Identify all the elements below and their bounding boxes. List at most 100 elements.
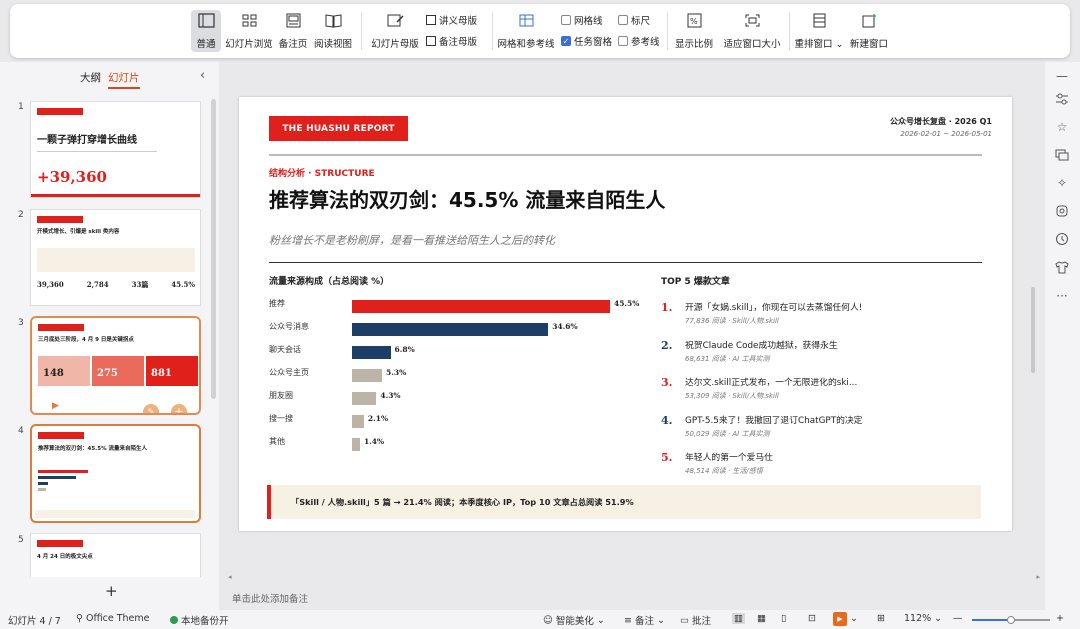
shirt-icon[interactable] <box>1054 259 1070 275</box>
tab-outline[interactable]: 大纲 <box>80 70 101 85</box>
zoom-in-icon[interactable]: + <box>1056 613 1064 624</box>
tab-slides[interactable]: 幻灯片 <box>108 70 140 89</box>
thumb-animation-icon[interactable]: ✎ <box>143 404 159 413</box>
new-window-button[interactable]: 新建窗口 <box>846 10 892 52</box>
comments-toggle[interactable]: ▭ 批注 <box>680 613 711 628</box>
more-icon[interactable]: ··· <box>1054 288 1070 304</box>
zoom-slider-fill <box>972 619 1010 621</box>
smart-beautify-button[interactable]: ☺ 智能美化 ⌄ <box>543 613 605 628</box>
guides-checkbox[interactable]: 参考线 <box>618 34 660 48</box>
collapse-panel-icon[interactable]: ‹ <box>200 68 205 83</box>
zoom-out-icon[interactable]: — <box>953 613 963 624</box>
grid-guides-button[interactable]: 网格和参考线 <box>498 10 555 52</box>
gridlines-checkbox[interactable]: 网格线 <box>561 13 603 27</box>
thumb-add-icon[interactable]: + <box>171 404 187 413</box>
slide-thumb-3[interactable]: 三月底处三阶段，4 月 9 日是关键拐点 148 275 881 ▶ ✎ + <box>30 316 201 415</box>
thumb-callout <box>37 248 195 272</box>
normal-view-status-icon[interactable]: ▥ <box>732 613 745 624</box>
section-kicker: 结构分析 · STRUCTURE <box>269 169 375 179</box>
task-pane-checkbox[interactable]: ✓ 任务窗格 <box>561 34 612 48</box>
article-rank: 1. <box>661 301 673 314</box>
thumb-bar <box>38 476 76 479</box>
fit-window-button[interactable]: 适应窗口大小 <box>720 10 784 52</box>
horizontal-scrollbar[interactable]: ◂ ▸ <box>228 573 1042 584</box>
normal-view-button[interactable]: 普通 <box>191 10 221 52</box>
notes-page-button[interactable]: 备注页 <box>277 10 309 52</box>
thumb-banner <box>37 108 83 115</box>
handout-master-button[interactable]: 讲义母版 <box>426 13 477 27</box>
ribbon-toolbar: 普通 幻灯片浏览 备注页 阅读视图 幻灯片母版 讲义母版 备注母版 网格和参考线… <box>10 4 1070 58</box>
slide-thumb-5[interactable]: 4 月 24 日的极文尖点 <box>30 533 201 577</box>
adjust-icon[interactable] <box>1054 91 1070 107</box>
ruler-checkbox[interactable]: 标尺 <box>618 13 650 27</box>
normal-view-icon <box>197 12 215 28</box>
backup-status[interactable]: 本地备份开 <box>170 613 229 627</box>
scroll-right-icon[interactable]: ▸ <box>1036 573 1040 581</box>
history-icon[interactable] <box>1054 231 1070 247</box>
presenter-status-icon[interactable]: ⊡ <box>808 613 816 624</box>
zoom-slider[interactable] <box>972 616 1050 624</box>
report-banner: THE HUASHU REPORT <box>269 116 408 141</box>
slide-thumb-4[interactable]: 推荐算法的双刃剑：45.5% 流量来自陌生人 <box>30 424 201 523</box>
play-slideshow-icon[interactable]: ▶ <box>833 612 847 626</box>
panel-scrollbar[interactable] <box>211 99 216 399</box>
rearrange-icon <box>810 12 828 28</box>
notes-area[interactable]: 单击此处添加备注 <box>228 588 1042 608</box>
rearrange-window-button[interactable]: 重排窗口 ⌄ <box>795 10 844 52</box>
ribbon-separator <box>361 12 362 50</box>
vertical-scrollbar[interactable] <box>1031 287 1035 373</box>
slide-sorter-status-icon[interactable]: ▦ <box>757 613 766 624</box>
grid-icon <box>517 12 535 28</box>
chevron-down-icon[interactable]: ⌄ <box>850 613 858 624</box>
article-title: 开源「女娲.skill」，你现在可以去蒸馏任何人! <box>685 303 863 313</box>
bar-category-label: 公众号消息 <box>269 322 309 331</box>
slide-master-button[interactable]: 幻灯片母版 <box>368 10 422 52</box>
mid-divider <box>269 262 982 263</box>
chevron-down-icon: ⌄ <box>832 39 844 50</box>
ribbon-separator <box>789 12 790 50</box>
thumb-play-icon[interactable]: ▶ <box>52 401 66 413</box>
bar-category-label: 推荐 <box>269 299 285 308</box>
minus-icon[interactable]: — <box>1054 68 1070 84</box>
star-icon[interactable]: ☆ <box>1054 119 1070 135</box>
notes-toggle[interactable]: ≡ 备注 ⌄ <box>624 613 665 628</box>
thumb-bar <box>38 488 46 491</box>
bar-value-label: 2.1% <box>367 414 389 423</box>
handout-master-icon <box>426 15 436 25</box>
current-slide[interactable]: THE HUASHU REPORT 公众号增长复盘 · 2026 Q1 2026… <box>239 97 1012 531</box>
theme-icon: ⚲ <box>76 613 83 624</box>
zoom-slider-thumb[interactable] <box>1007 616 1015 624</box>
slide-browse-button[interactable]: 幻灯片浏览 <box>224 10 274 52</box>
slide-master-icon <box>386 12 404 28</box>
bar-value-label: 6.8% <box>394 345 415 354</box>
bar-category-label: 公众号主页 <box>269 368 309 377</box>
thumb-line <box>37 151 157 152</box>
panel-tabs: 大纲 幻灯片 ‹ <box>0 68 219 89</box>
beautify-icon: ☺ <box>543 614 553 626</box>
right-sidebar: — ☆ ✧ ··· <box>1045 62 1080 610</box>
reading-view-status-icon[interactable]: ▯ <box>781 613 786 624</box>
scroll-left-icon[interactable]: ◂ <box>228 573 232 581</box>
status-bar: 幻灯片 4 / 7 ⚲ Office Theme 本地备份开 ☺ 智能美化 ⌄ … <box>0 610 1080 629</box>
design-icon[interactable] <box>1054 203 1070 219</box>
magic-icon[interactable]: ✧ <box>1054 175 1070 191</box>
bar-value-label: 5.3% <box>386 368 407 377</box>
slide-header-date: 2026-02-01 ~ 2026-05-01 <box>900 130 992 138</box>
zoom-ratio-button[interactable]: % 显示比例 <box>673 10 715 52</box>
comment-icon[interactable] <box>1054 147 1070 163</box>
slide-thumb-1[interactable]: 一颗子弹打穿增长曲线 +39,360 <box>30 101 201 198</box>
bar-value-label: 4.3% <box>380 391 401 400</box>
slide-thumb-2[interactable]: 开模式增长、引爆是 skill 类内容 39,360 2,784 33篇 45.… <box>30 209 201 306</box>
thumb-bottom-bar <box>31 194 200 197</box>
notes-master-button[interactable]: 备注母版 <box>426 34 477 48</box>
bar-5 <box>352 392 377 405</box>
fit-icon[interactable]: ⊞ <box>877 613 885 624</box>
notes-master-icon <box>426 36 436 46</box>
add-slide-button[interactable]: + <box>105 582 118 600</box>
theme-button[interactable]: ⚲ Office Theme <box>76 613 150 624</box>
thumb-number: 3 <box>18 318 24 328</box>
reading-view-button[interactable]: 阅读视图 <box>312 10 354 52</box>
chevron-down-icon: ⌄ <box>934 613 943 624</box>
article-rank: 4. <box>661 413 673 427</box>
zoom-level[interactable]: 112% ⌄ <box>904 613 942 624</box>
